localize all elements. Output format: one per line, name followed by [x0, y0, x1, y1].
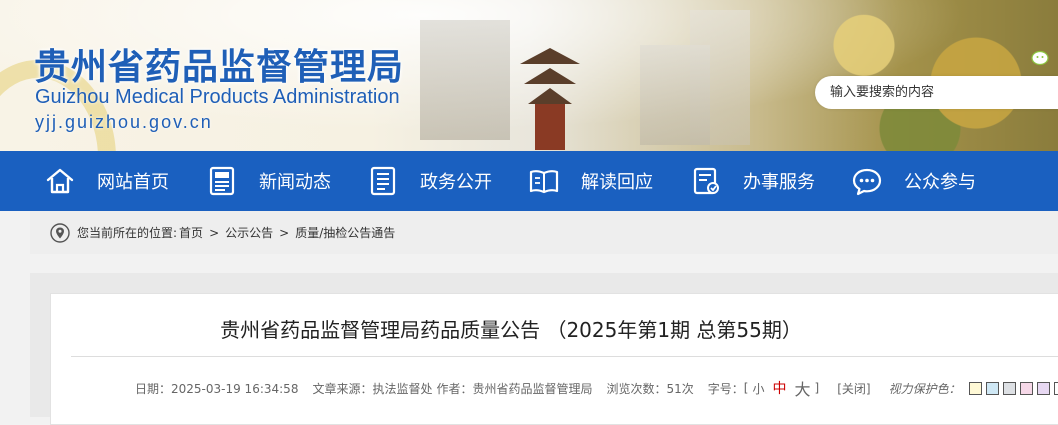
- banner-pagoda: [520, 40, 580, 150]
- breadcrumb-separator: >: [209, 225, 220, 240]
- document-list-icon: [366, 164, 400, 198]
- article-meta: 日期：2025-03-19 16:34:58 文章来源：执法监督处 作者：贵州省…: [135, 376, 1058, 400]
- breadcrumb-quality-notices[interactable]: 质量/抽检公告通告: [295, 224, 395, 241]
- nav-item-interpretation[interactable]: 解读回应: [527, 151, 653, 211]
- search-box[interactable]: [815, 76, 1058, 109]
- nav-item-government-affairs[interactable]: 政务公开: [366, 151, 492, 211]
- font-size-small-button[interactable]: 小: [752, 380, 764, 397]
- article-source: 文章来源：执法监督处: [312, 381, 433, 396]
- color-swatch-pink[interactable]: [1019, 381, 1033, 395]
- nav-label: 新闻动态: [259, 172, 331, 193]
- wechat-icon[interactable]: [1031, 50, 1053, 70]
- home-icon: [43, 164, 77, 198]
- nav-item-services[interactable]: 办事服务: [689, 151, 815, 211]
- breadcrumb-announcements[interactable]: 公示公告: [225, 224, 273, 241]
- site-subtitle: Guizhou Medical Products Administration: [35, 86, 400, 108]
- breadcrumb-prefix: 您当前所在的位置:: [77, 226, 178, 240]
- nav-label: 网站首页: [97, 172, 169, 193]
- font-size-bracket-open: [: [743, 381, 749, 395]
- chat-bubble-icon: [850, 164, 884, 198]
- font-size-medium-button[interactable]: 中: [772, 378, 786, 398]
- nav-label: 公众参与: [904, 172, 976, 193]
- nav-item-public-participation[interactable]: 公众参与: [850, 151, 976, 211]
- title-divider: [71, 356, 1058, 357]
- service-form-icon: [689, 164, 723, 198]
- font-size-label: 字号：: [707, 381, 744, 396]
- site-title[interactable]: 贵州省药品监督管理局: [34, 38, 404, 90]
- article-author: 作者：贵州省药品监督管理局: [436, 381, 593, 396]
- breadcrumb: 您当前所在的位置: 首页 > 公示公告 > 质量/抽检公告通告: [30, 211, 1058, 254]
- close-page-button[interactable]: [关闭]: [837, 380, 870, 397]
- color-swatch-yellow[interactable]: [968, 381, 982, 395]
- breadcrumb-separator: >: [279, 225, 290, 240]
- nav-label: 办事服务: [743, 172, 815, 193]
- color-swatch-white[interactable]: [1053, 381, 1058, 395]
- nav-item-home[interactable]: 网站首页: [43, 151, 169, 211]
- news-icon: [205, 164, 239, 198]
- publish-date: 日期：2025-03-19 16:34:58: [135, 381, 299, 396]
- banner-building: [640, 45, 710, 145]
- header-banner: 贵州省药品监督管理局 Guizhou Medical Products Admi…: [0, 0, 1058, 151]
- nav-label: 政务公开: [420, 172, 492, 193]
- color-swatch-purple[interactable]: [1036, 381, 1050, 395]
- color-swatch-blue[interactable]: [985, 381, 999, 395]
- search-input[interactable]: [815, 76, 1035, 109]
- main-nav: 网站首页 新闻动态 政务公开 解读回应 办事服务 公众参与: [0, 151, 1058, 211]
- article-title: 贵州省药品监督管理局药品质量公告 （2025年第1期 总第55期）: [220, 318, 802, 342]
- eye-protection-label: 视力保护色：: [888, 381, 961, 396]
- nav-item-news[interactable]: 新闻动态: [205, 151, 331, 211]
- font-size-large-button[interactable]: 大: [794, 376, 810, 400]
- view-count: 浏览次数：51次: [606, 381, 694, 396]
- font-size-bracket-close: ]: [814, 381, 820, 395]
- article-panel: 贵州省药品监督管理局药品质量公告 （2025年第1期 总第55期） 日期：202…: [50, 293, 1058, 425]
- breadcrumb-home[interactable]: 首页: [179, 224, 203, 241]
- location-pin-icon: [50, 222, 70, 243]
- color-swatch-gray[interactable]: [1002, 381, 1016, 395]
- banner-building: [420, 20, 510, 140]
- open-book-icon: [527, 164, 561, 198]
- site-domain: yjj.guizhou.gov.cn: [35, 112, 213, 132]
- nav-label: 解读回应: [581, 172, 653, 193]
- content-area: 贵州省药品监督管理局药品质量公告 （2025年第1期 总第55期） 日期：202…: [30, 273, 1058, 425]
